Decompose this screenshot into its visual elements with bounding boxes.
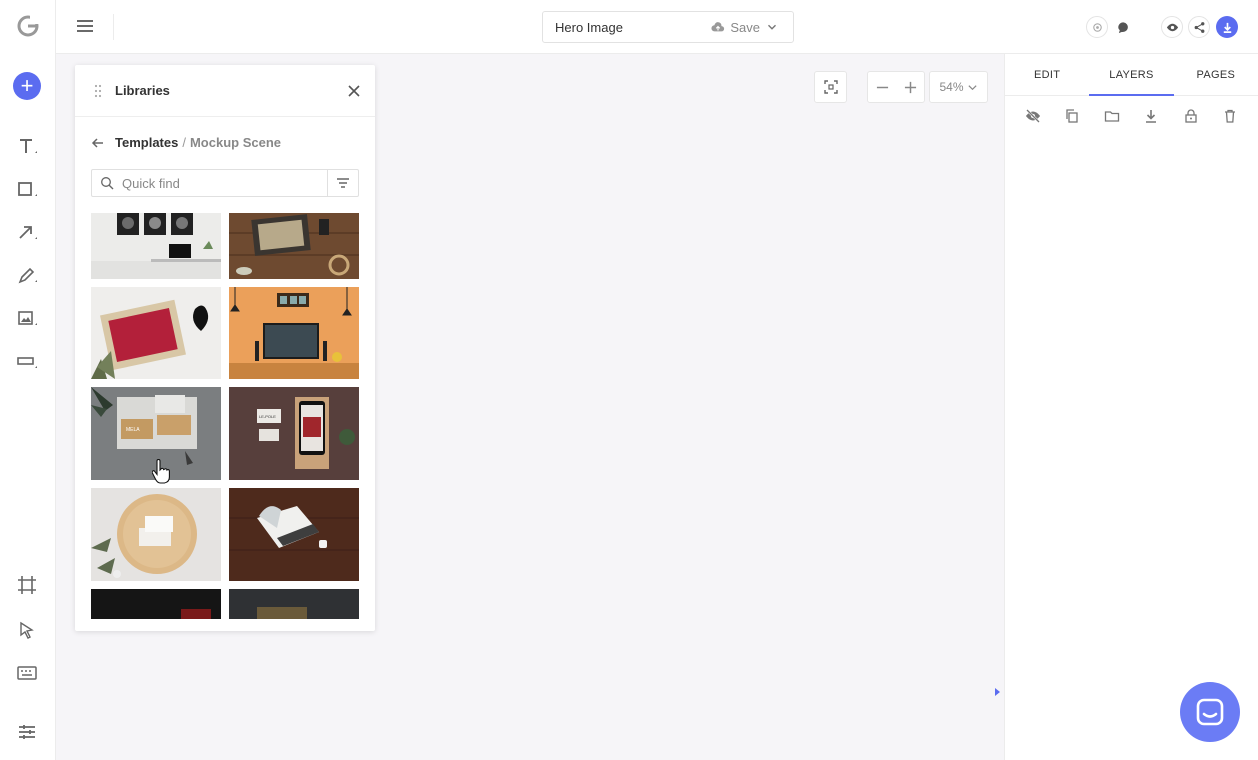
chevron-down-icon bbox=[768, 24, 776, 30]
template-thumbnail-wood-frame[interactable] bbox=[229, 213, 359, 279]
text-tool-icon[interactable] bbox=[16, 136, 38, 158]
search-input[interactable] bbox=[114, 175, 327, 191]
arrow-tool-icon[interactable] bbox=[16, 222, 38, 244]
hand-cursor-icon bbox=[152, 459, 170, 484]
fit-screen-icon bbox=[823, 80, 838, 94]
right-panel: EDIT LAYERS PAGES bbox=[1004, 54, 1258, 760]
save-button[interactable]: Save bbox=[711, 20, 793, 35]
divider bbox=[113, 14, 114, 40]
button-tool-icon[interactable] bbox=[16, 351, 38, 373]
save-label: Save bbox=[730, 19, 760, 35]
download-button[interactable] bbox=[1216, 16, 1238, 38]
template-thumbnail-desk-frames[interactable] bbox=[91, 213, 221, 279]
filter-button[interactable] bbox=[327, 170, 358, 196]
template-thumbnail-gallery-wall[interactable] bbox=[229, 589, 359, 619]
search-icon bbox=[101, 177, 114, 190]
panel-tabs: EDIT LAYERS PAGES bbox=[1005, 54, 1258, 96]
template-thumbnail-round-tray[interactable] bbox=[91, 488, 221, 581]
document-title[interactable]: Hero Image bbox=[543, 20, 711, 35]
chevron-down-icon bbox=[967, 84, 977, 90]
add-element-button[interactable]: + bbox=[13, 72, 41, 100]
zoom-controls bbox=[867, 71, 925, 103]
download-icon bbox=[1223, 22, 1231, 33]
zoom-select[interactable]: 54% bbox=[929, 71, 988, 103]
lock-icon[interactable] bbox=[1183, 108, 1199, 124]
folder-icon[interactable] bbox=[1104, 108, 1120, 124]
template-thumbnail-phone-brand[interactable]: LE-POLE bbox=[229, 387, 359, 480]
phone-brand-text: LE-POLE bbox=[259, 414, 276, 419]
search-box bbox=[91, 169, 359, 197]
expand-panel-icon[interactable] bbox=[995, 687, 1001, 697]
app-logo-icon[interactable] bbox=[16, 14, 40, 38]
tab-pages[interactable]: PAGES bbox=[1174, 54, 1258, 95]
shape-tool-icon[interactable] bbox=[16, 179, 38, 201]
hide-eye-icon[interactable] bbox=[1025, 108, 1041, 124]
template-grid: MELA LE-POLE bbox=[91, 213, 359, 619]
breadcrumb: Templates / Mockup Scene bbox=[91, 135, 281, 150]
share-icon[interactable] bbox=[1188, 16, 1210, 38]
comment-icon[interactable] bbox=[1112, 16, 1134, 38]
chat-icon bbox=[1196, 698, 1224, 726]
template-thumbnail-orange-room[interactable] bbox=[229, 287, 359, 379]
breadcrumb-separator: / bbox=[182, 135, 186, 150]
drag-handle-icon[interactable] bbox=[93, 84, 103, 98]
download-layer-icon[interactable] bbox=[1143, 108, 1159, 124]
settings-sliders-icon[interactable] bbox=[16, 721, 38, 743]
breadcrumb-current: Mockup Scene bbox=[189, 135, 281, 150]
select-cursor-icon[interactable] bbox=[16, 620, 38, 642]
layer-toolbar bbox=[1005, 108, 1258, 124]
delete-icon[interactable] bbox=[1222, 108, 1238, 124]
preview-eye-icon[interactable] bbox=[1161, 16, 1183, 38]
filter-icon bbox=[337, 178, 349, 188]
template-thumbnail-dark-frame[interactable] bbox=[91, 589, 221, 619]
zoom-out-icon[interactable] bbox=[876, 81, 889, 94]
fit-to-screen-button[interactable] bbox=[814, 71, 847, 103]
cloud-upload-icon bbox=[711, 22, 725, 32]
tab-layers[interactable]: LAYERS bbox=[1089, 54, 1174, 96]
chat-support-button[interactable] bbox=[1180, 682, 1240, 742]
keyboard-icon[interactable] bbox=[16, 662, 38, 684]
tab-edit[interactable]: EDIT bbox=[1005, 54, 1089, 95]
back-arrow-icon[interactable] bbox=[91, 136, 105, 150]
pen-tool-icon[interactable] bbox=[16, 265, 38, 287]
template-thumbnail-magazine[interactable] bbox=[229, 488, 359, 581]
duplicate-icon[interactable] bbox=[1064, 108, 1080, 124]
breadcrumb-templates[interactable]: Templates bbox=[115, 135, 178, 150]
libraries-panel: Libraries Templates / Mockup Scene Quick… bbox=[75, 65, 375, 631]
menu-icon[interactable] bbox=[76, 17, 94, 35]
zoom-in-icon[interactable] bbox=[904, 81, 917, 94]
frame-tool-icon[interactable] bbox=[16, 574, 38, 596]
libraries-title: Libraries bbox=[115, 83, 170, 98]
libraries-header: Libraries bbox=[75, 65, 375, 117]
top-bar: Hero Image Save bbox=[56, 0, 1258, 54]
document-title-box: Hero Image Save bbox=[542, 11, 794, 43]
image-tool-icon[interactable] bbox=[16, 308, 38, 330]
left-toolbar: + bbox=[0, 0, 56, 760]
template-thumbnail-red-frame[interactable] bbox=[91, 287, 221, 379]
collaborator-icon[interactable] bbox=[1086, 16, 1108, 38]
close-icon[interactable] bbox=[347, 84, 361, 98]
zoom-level: 54% bbox=[939, 80, 964, 94]
business-card-text: MELA bbox=[126, 427, 140, 433]
